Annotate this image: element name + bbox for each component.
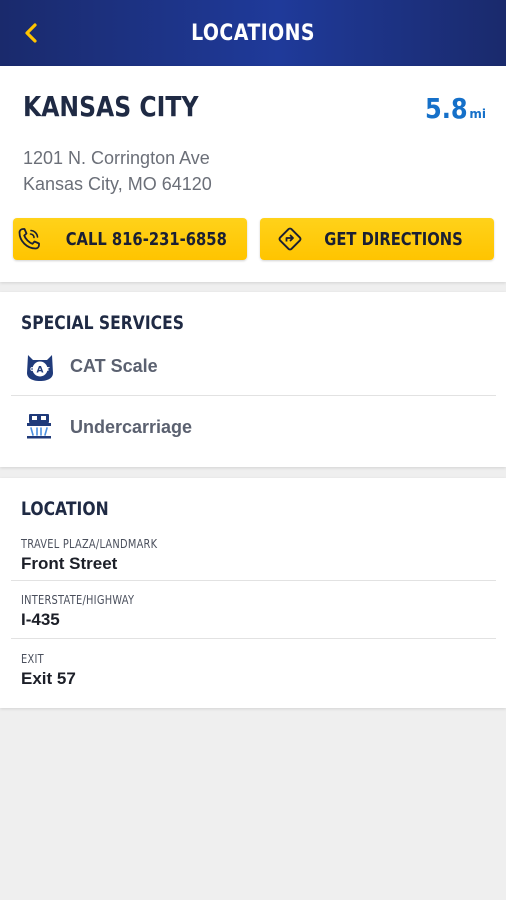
service-label: CAT Scale — [70, 355, 158, 376]
special-services-title: SPECIAL SERVICES — [21, 312, 184, 334]
field-travel-plaza: TRAVEL PLAZA/LANDMARK Front Street — [21, 535, 187, 574]
field-exit: EXIT Exit 57 — [21, 650, 76, 689]
call-button[interactable]: CALL 816-231-6858 — [13, 218, 247, 260]
field-label: TRAVEL PLAZA/LANDMARK — [21, 537, 158, 551]
svg-text:T: T — [46, 367, 50, 373]
distance-unit: mi — [469, 107, 486, 121]
svg-text:A: A — [37, 366, 44, 376]
get-directions-button[interactable]: GET DIRECTIONS — [260, 218, 494, 260]
page-title: LOCATIONS — [191, 20, 315, 46]
service-label: Undercarriage — [70, 416, 193, 437]
cat-scale-icon: A C T — [22, 348, 58, 384]
address-line-2: Kansas City, MO 64120 — [23, 174, 212, 194]
service-item-cat-scale: A C T CAT Scale — [0, 336, 506, 396]
address-line-1: 1201 N. Corrington Ave — [23, 148, 210, 168]
back-button[interactable] — [14, 18, 48, 52]
service-item-undercarriage: Undercarriage — [0, 397, 506, 457]
location-card: LOCATION TRAVEL PLAZA/LANDMARK Front Str… — [0, 478, 506, 708]
phone-icon — [16, 226, 42, 252]
distance-value: 5.8 — [424, 92, 468, 125]
field-value: Front Street — [21, 554, 118, 573]
divider — [11, 638, 496, 639]
field-value: I-435 — [21, 610, 60, 629]
undercarriage-wash-icon — [22, 409, 58, 445]
field-label: EXIT — [21, 652, 44, 666]
store-card: KANSAS CITY 5.8 mi 1201 N. Corrington Ave… — [0, 66, 506, 282]
store-city-name: KANSAS CITY — [23, 90, 199, 123]
field-value: Exit 57 — [21, 669, 76, 688]
directions-icon — [277, 226, 303, 252]
app-header: LOCATIONS — [0, 0, 506, 66]
field-label: INTERSTATE/HIGHWAY — [21, 593, 135, 607]
directions-button-label: GET DIRECTIONS — [323, 228, 463, 250]
divider — [11, 395, 496, 396]
chevron-left-icon — [23, 22, 39, 49]
location-section-title: LOCATION — [21, 498, 109, 520]
svg-text:C: C — [30, 367, 34, 373]
divider — [11, 580, 496, 581]
call-button-label: CALL 816-231-6858 — [65, 228, 227, 250]
special-services-card: SPECIAL SERVICES A C T CAT Scale Underca… — [0, 292, 506, 467]
store-distance: 5.8 mi — [418, 92, 486, 125]
field-interstate: INTERSTATE/HIGHWAY I-435 — [21, 591, 159, 630]
